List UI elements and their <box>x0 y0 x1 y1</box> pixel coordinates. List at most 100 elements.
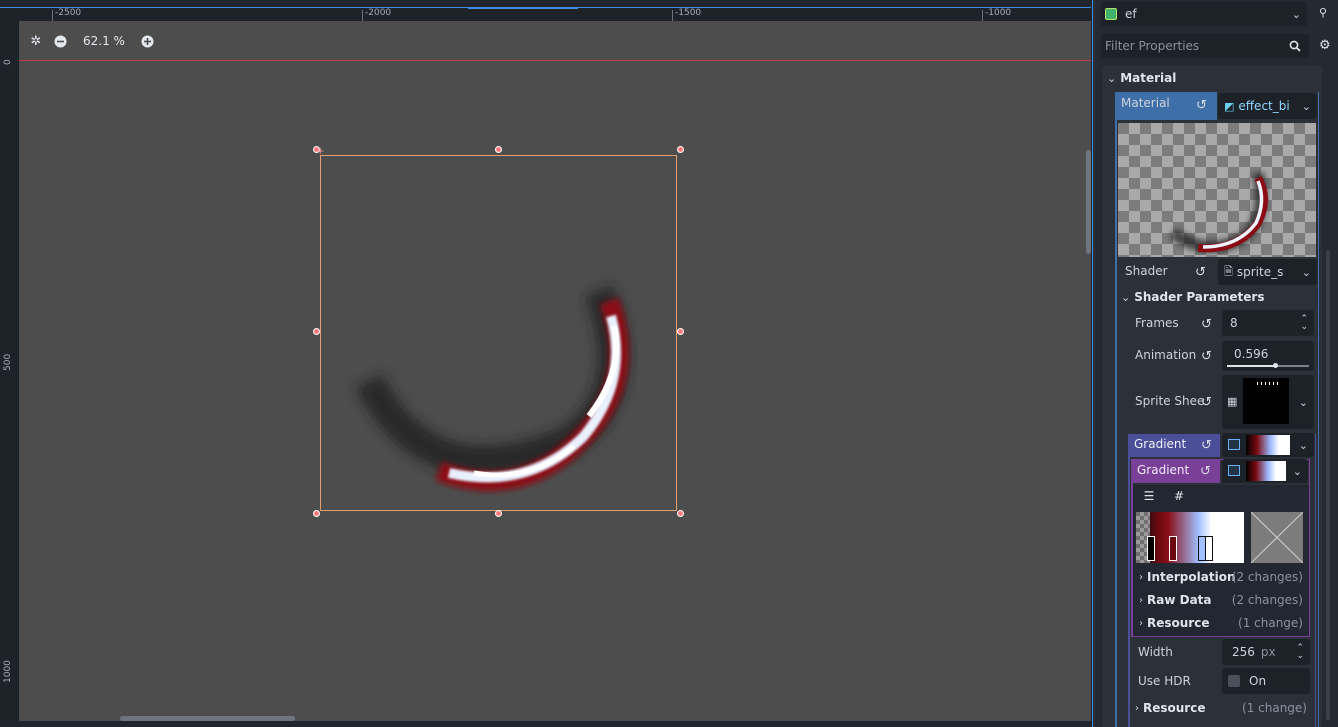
filter-placeholder: Filter Properties <box>1105 39 1200 53</box>
inspector-scrollbar[interactable] <box>1326 250 1330 720</box>
panel-divider[interactable] <box>1092 0 1095 727</box>
resource-outer-row[interactable]: › Resource (1 change) <box>1135 701 1307 715</box>
reset-icon[interactable]: ↺ <box>1201 438 1212 453</box>
reset-icon[interactable]: ↺ <box>1195 265 1206 280</box>
interpolation-changes: (2 changes) <box>1231 570 1303 584</box>
shader-label: Shader <box>1125 264 1168 278</box>
raw-data-row[interactable]: › Raw Data (2 changes) <box>1139 593 1305 607</box>
canvas-viewport[interactable]: ✲ 62.1 % + <box>19 21 1091 721</box>
chevron-down-icon: ⌄ <box>1301 99 1311 113</box>
snap-grid-icon[interactable]: # <box>1169 489 1189 507</box>
reset-icon[interactable]: ↺ <box>1196 98 1207 113</box>
material-preview-effect <box>1169 171 1268 253</box>
frames-spinbox[interactable]: 8 ⌃ ⌄ <box>1222 310 1314 336</box>
horizontal-ruler[interactable]: -2500 -2000 -1500 -1000 <box>19 7 1091 21</box>
chevron-down-icon: ⌄ <box>1292 464 1302 478</box>
zoom-out-button[interactable] <box>51 32 69 50</box>
ruler-selection-indicator <box>468 8 578 9</box>
checkbox-icon[interactable] <box>1228 675 1240 687</box>
interpolation-row[interactable]: › Interpolation (2 changes) <box>1139 570 1305 584</box>
resource-inner-row[interactable]: › Resource (1 change) <box>1139 616 1305 630</box>
resource-outer-label: Resource <box>1143 701 1206 715</box>
zoom-in-button[interactable] <box>139 32 157 50</box>
zoom-toolbar: ✲ 62.1 % <box>27 31 157 51</box>
gradient-point[interactable] <box>1147 536 1155 561</box>
resize-handle[interactable] <box>676 327 684 335</box>
gradient-outer-label: Gradient <box>1134 437 1187 451</box>
gradient-inner-label: Gradient <box>1137 463 1190 477</box>
no-color-icon <box>1250 511 1304 564</box>
interpolation-label: Interpolation <box>1147 570 1236 584</box>
object-name: ef <box>1125 7 1137 21</box>
object-selector[interactable]: ef ⌄ <box>1101 2 1307 26</box>
shader-resource-picker[interactable]: 🗎 sprite_s ⌄ <box>1218 259 1317 285</box>
animation-value: 0.596 <box>1234 347 1269 361</box>
ruler-label: -1500 <box>675 8 702 18</box>
horizontal-scrollbar[interactable] <box>120 716 295 721</box>
chevron-right-icon: › <box>1135 702 1139 714</box>
chevron-down-icon: ⌄ <box>1298 438 1308 452</box>
resize-handle[interactable] <box>676 509 684 517</box>
tools-icon[interactable]: ⚙ <box>1319 38 1331 53</box>
width-unit: px <box>1260 645 1276 659</box>
ruler-corner <box>0 7 19 21</box>
selection-rectangle[interactable] <box>320 155 677 511</box>
sprite-sheet-picker[interactable]: ▦ ⌄ <box>1222 375 1314 429</box>
search-icon <box>1289 40 1301 52</box>
stepper-arrows-icon[interactable]: ⌃ ⌄ <box>1296 644 1304 661</box>
zoom-out-icon <box>54 35 66 47</box>
ruler-label: 0 <box>3 59 13 65</box>
gradient-edit-bar[interactable] <box>1136 512 1244 563</box>
chevron-down-icon: ⌄ <box>1291 7 1301 21</box>
chevron-right-icon: › <box>1139 571 1143 583</box>
resize-handle[interactable] <box>312 509 320 517</box>
section-material-label: Material <box>1120 71 1177 85</box>
reset-icon[interactable]: ↺ <box>1200 464 1211 479</box>
inspector-panel: ef ⌄ ⚲ Filter Properties ⚙ ⌄ Material Ma… <box>1099 0 1338 727</box>
animation-slider-track[interactable] <box>1227 363 1309 368</box>
material-resource-picker[interactable]: ◩ effect_bi ⌄ <box>1218 93 1317 119</box>
ruler-label: -2500 <box>55 8 82 18</box>
origin-axis-line <box>19 60 1091 61</box>
resize-handle[interactable] <box>494 509 502 517</box>
center-view-icon[interactable]: ✲ <box>27 32 45 50</box>
vertical-ruler[interactable]: 0 500 1000 <box>0 21 19 721</box>
chevron-down-icon: ⌄ <box>1107 71 1117 85</box>
gradient-outer-picker[interactable]: ⌄ <box>1222 433 1314 457</box>
animation-label: Animation <box>1135 348 1197 362</box>
gradient-point[interactable] <box>1169 536 1177 561</box>
material-label: Material <box>1121 96 1170 110</box>
stepper-arrows-icon[interactable]: ⌃ ⌄ <box>1300 315 1308 332</box>
ruler-label: 500 <box>3 353 13 371</box>
animation-slider-grabber[interactable] <box>1273 363 1279 368</box>
vertical-scrollbar[interactable] <box>1086 150 1091 254</box>
docs-icon[interactable]: ⚲ <box>1319 6 1327 19</box>
reset-icon[interactable]: ↺ <box>1201 317 1212 332</box>
animation-slider[interactable]: 0.596 <box>1222 341 1314 371</box>
resize-handle[interactable] <box>494 145 502 153</box>
raw-data-label: Raw Data <box>1147 593 1212 607</box>
reset-icon[interactable]: ↺ <box>1201 395 1212 410</box>
reverse-gradient-icon[interactable]: ☰ <box>1139 489 1159 507</box>
reset-icon[interactable]: ↺ <box>1201 349 1212 364</box>
node-icon <box>1105 8 1117 20</box>
filter-properties-input[interactable]: Filter Properties <box>1101 34 1309 58</box>
gradient-inner-picker[interactable]: ⌄ <box>1222 459 1308 483</box>
point-color-preview[interactable] <box>1250 511 1304 564</box>
resize-handle[interactable] <box>312 327 320 335</box>
width-spinbox[interactable]: 256 px ⌃ ⌄ <box>1222 639 1310 665</box>
use-hdr-checkbox[interactable]: On <box>1222 668 1310 694</box>
resource-outer-changes: (1 change) <box>1242 701 1307 715</box>
zoom-level[interactable]: 62.1 % <box>83 34 125 48</box>
chevron-down-icon: ⌄ <box>1298 395 1308 409</box>
chevron-down-icon: ⌄ <box>1121 290 1131 304</box>
shader-file-icon: 🗎 <box>1224 264 1233 278</box>
chevron-right-icon: › <box>1139 594 1143 606</box>
ruler-label: -2000 <box>365 8 392 18</box>
gradient-point[interactable] <box>1205 536 1213 561</box>
pivot-icon[interactable]: + <box>316 147 326 157</box>
material-section-header[interactable]: ⌄ Material <box>1107 70 1176 86</box>
shader-parameters-header[interactable]: ⌄ Shader Parameters <box>1121 290 1265 304</box>
gradient-texture-icon <box>1228 439 1240 450</box>
resize-handle[interactable] <box>676 145 684 153</box>
